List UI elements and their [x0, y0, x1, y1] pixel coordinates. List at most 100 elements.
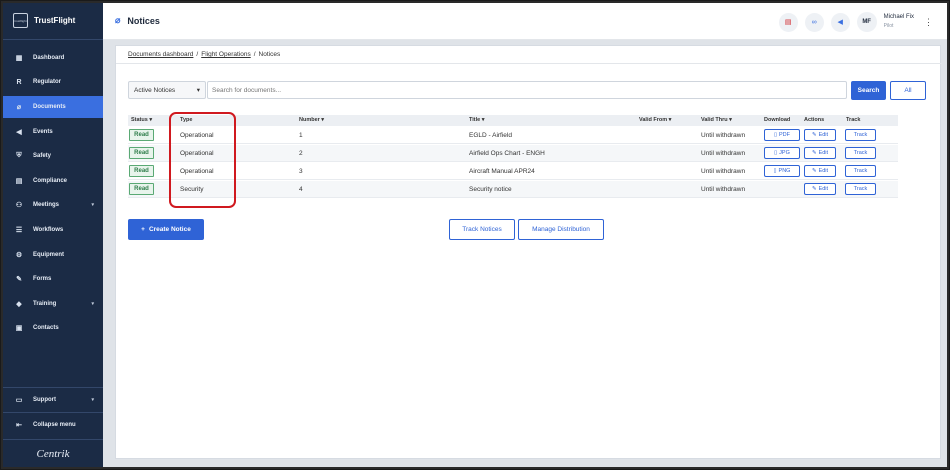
breadcrumb-divider — [116, 63, 942, 64]
edit-button[interactable]: ✎ Edit — [804, 147, 836, 159]
breadcrumb-flight-operations[interactable]: Flight Operations — [201, 51, 251, 58]
cell-title[interactable]: Security notice — [469, 186, 512, 193]
breadcrumb-current: Notices — [258, 51, 281, 58]
column-header-title[interactable]: Title ▾ — [469, 117, 485, 123]
user-name: Michael Fix — [883, 14, 914, 20]
search-input[interactable] — [207, 81, 847, 99]
topbar-actions: ▤ ∞ ◀ MF Michael Fix Pilot ⋮ — [778, 12, 933, 32]
column-header-valid-from[interactable]: Valid From ▾ — [639, 117, 671, 123]
track-button[interactable]: Track — [845, 129, 876, 141]
cell-valid-thru: Until withdrawn — [701, 150, 746, 157]
equipment-icon: ⚙ — [15, 252, 23, 259]
table-header: Status ▾ Type Number ▾ Title ▾ Valid Fro… — [128, 115, 898, 126]
sidebar-item-training[interactable]: ◆ Training ▾ — [3, 293, 103, 315]
breadcrumb-separator: / — [196, 51, 199, 58]
sidebar-item-meetings[interactable]: ⚇ Meetings ▾ — [3, 194, 103, 216]
sidebar-item-contacts[interactable]: ▣ Contacts — [3, 317, 103, 339]
column-header-download: Download — [764, 117, 791, 123]
create-notice-button[interactable]: + Create Notice — [128, 219, 204, 240]
graduation-cap-icon: ◆ — [16, 301, 22, 308]
track-notices-button[interactable]: Track Notices — [449, 219, 515, 240]
edit-label: Edit — [818, 186, 829, 192]
download-button[interactable]: ▯ PNG — [764, 165, 800, 177]
topbar: ⌀ Notices ▤ ∞ ◀ MF Michael Fix Pilot ⋮ — [103, 3, 947, 40]
edit-button[interactable]: ✎ Edit — [804, 129, 836, 141]
sidebar-item-events[interactable]: ◀ Events — [3, 121, 103, 143]
status-badge: Read — [129, 147, 154, 159]
edit-button[interactable]: ✎ Edit — [804, 165, 836, 177]
cell-valid-thru: Until withdrawn — [701, 186, 746, 193]
cell-number: 3 — [299, 168, 303, 175]
sidebar-item-documents[interactable]: ⌀ Documents — [3, 96, 103, 118]
download-format: PDF — [779, 132, 791, 138]
sidebar-item-safety[interactable]: ⛨ Safety — [3, 145, 103, 167]
sidebar-item-dashboard[interactable]: ▦ Dashboard — [3, 47, 103, 69]
clipboard-icon: ▤ — [15, 178, 23, 185]
cell-title[interactable]: EGLD - Airfield — [469, 132, 512, 139]
cell-number: 2 — [299, 150, 303, 157]
column-header-valid-thru[interactable]: Valid Thru ▾ — [701, 117, 732, 123]
meetings-icon: ⚇ — [15, 202, 23, 209]
sidebar-item-equipment[interactable]: ⚙ Equipment — [3, 244, 103, 266]
plus-icon: + — [141, 226, 145, 233]
search-button[interactable]: Search — [851, 81, 886, 100]
cell-title[interactable]: Aircraft Manual APR24 — [469, 168, 535, 175]
collapse-menu-label: Collapse menu — [33, 422, 76, 428]
filter-selected-value: Active Notices — [134, 86, 176, 94]
status-badge: Read — [129, 165, 154, 177]
track-button[interactable]: Track — [845, 147, 876, 159]
file-icon: ▯ — [774, 150, 778, 156]
all-button[interactable]: All — [890, 81, 926, 100]
sidebar-item-compliance[interactable]: ▤ Compliance — [3, 170, 103, 192]
cell-valid-thru: Until withdrawn — [701, 132, 746, 139]
collapse-icon: ⇤ — [16, 422, 22, 429]
download-button[interactable]: ▯ JPG — [764, 147, 800, 159]
link-icon[interactable]: ∞ — [804, 12, 824, 32]
paperclip-icon: ⌀ — [16, 104, 22, 111]
brand-logo[interactable]: trustflight TrustFlight — [13, 13, 75, 28]
avatar[interactable]: MF — [856, 12, 877, 32]
sidebar-item-label: Training — [33, 301, 57, 307]
breadcrumb-documents-dashboard[interactable]: Documents dashboard — [128, 51, 193, 58]
sidebar: trustflight TrustFlight ▦ Dashboard R Re… — [3, 3, 103, 467]
manage-distribution-button[interactable]: Manage Distribution — [518, 219, 604, 240]
edit-icon: ✎ — [811, 168, 817, 174]
chevron-down-icon: ▾ — [91, 397, 94, 403]
document-alert-icon[interactable]: ▤ — [778, 12, 798, 32]
shield-icon: ⛨ — [16, 152, 22, 159]
cell-valid-thru: Until withdrawn — [701, 168, 746, 175]
table-row[interactable]: Read Security 4 Security notice Until wi… — [128, 181, 898, 198]
megaphone-icon[interactable]: ◀ — [830, 12, 850, 32]
chevron-down-icon: ▾ — [91, 202, 94, 208]
cell-number: 4 — [299, 186, 303, 193]
sidebar-item-label: Forms — [33, 276, 52, 282]
user-info[interactable]: Michael Fix Pilot — [884, 13, 914, 31]
edit-label: Edit — [818, 132, 829, 138]
sidebar-item-label: Safety — [33, 153, 52, 159]
download-button[interactable]: ▯ PDF — [764, 129, 800, 141]
collapse-menu-button[interactable]: ⇤ Collapse menu — [3, 414, 103, 436]
track-button[interactable]: Track — [845, 165, 876, 177]
sidebar-item-workflows[interactable]: ☰ Workflows — [3, 219, 103, 241]
column-header-number[interactable]: Number ▾ — [299, 117, 324, 123]
sidebar-item-regulator[interactable]: R Regulator — [3, 71, 103, 93]
table-row[interactable]: Read Operational 3 Aircraft Manual APR24… — [128, 163, 898, 180]
edit-button[interactable]: ✎ Edit — [804, 183, 836, 195]
column-header-track: Track — [846, 117, 861, 123]
sidebar-item-label: Workflows — [33, 227, 64, 233]
workflow-icon: ☰ — [15, 227, 23, 234]
sidebar-item-label: Dashboard — [33, 55, 65, 61]
column-header-status[interactable]: Status ▾ — [131, 117, 152, 123]
sidebar-item-forms[interactable]: ✎ Forms — [3, 268, 103, 290]
table-row[interactable]: Read Operational 1 EGLD - Airfield Until… — [128, 127, 898, 144]
status-badge: Read — [129, 183, 154, 195]
cell-title[interactable]: Airfield Ops Chart - ENGH — [469, 150, 545, 157]
more-options-icon[interactable]: ⋮ — [924, 17, 933, 28]
type-column-highlight — [169, 112, 236, 208]
table-row[interactable]: Read Operational 2 Airfield Ops Chart - … — [128, 145, 898, 162]
sidebar-item-support[interactable]: ▭ Support ▾ — [3, 389, 103, 411]
notice-filter-select[interactable]: Active Notices ▾ — [128, 81, 206, 99]
track-button[interactable]: Track — [845, 183, 876, 195]
sidebar-divider — [3, 39, 103, 40]
edit-icon: ✎ — [811, 186, 817, 192]
